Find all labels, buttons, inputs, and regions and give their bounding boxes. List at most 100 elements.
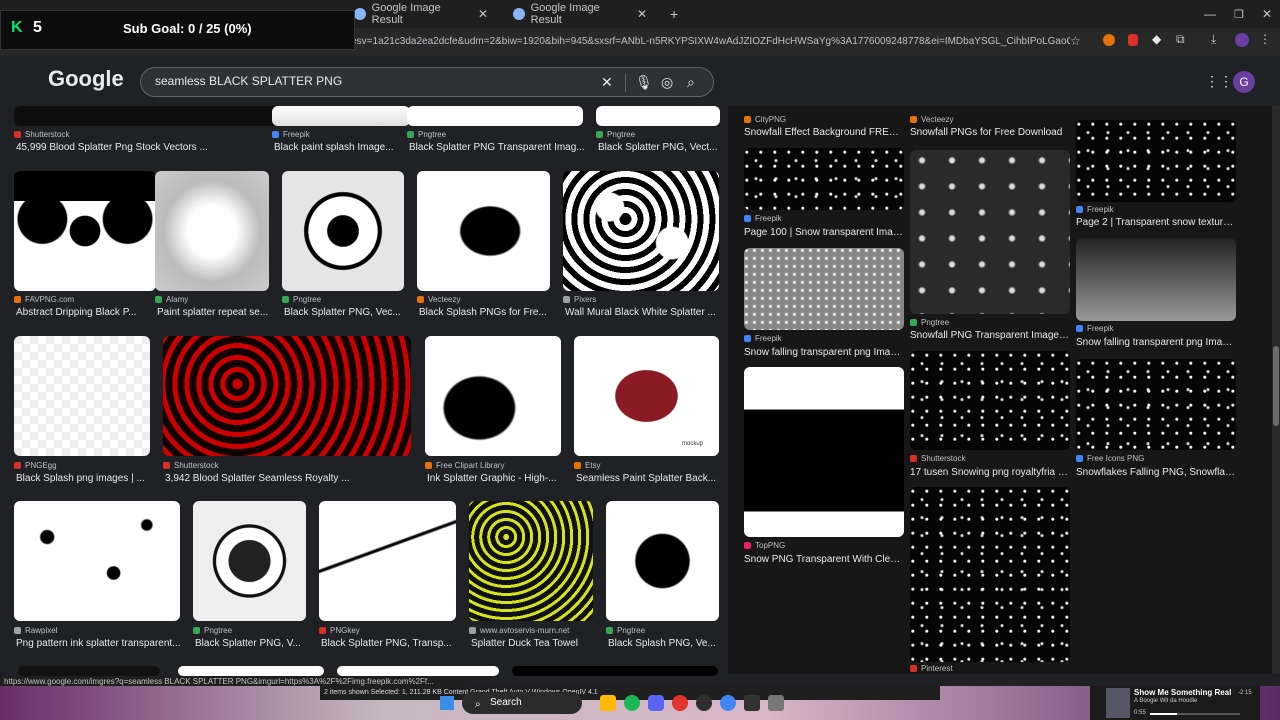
result-title[interactable]: 3,942 Blood Splatter Seamless Royalty ..… — [165, 473, 421, 484]
result-title[interactable]: Snow PNG Transparent With Clear... — [744, 554, 904, 565]
result-title[interactable]: Seamless Paint Splatter Back... — [576, 473, 729, 484]
result-thumbnail[interactable] — [14, 171, 156, 291]
result-title[interactable]: Paint splatter repeat se... — [157, 307, 279, 318]
result-title[interactable]: Abstract Dripping Black P... — [16, 307, 166, 318]
result-thumbnail[interactable] — [512, 666, 718, 676]
result-title[interactable]: Black Splatter PNG, Vec... — [284, 307, 414, 318]
progress-bar[interactable] — [1150, 713, 1240, 715]
google-logo[interactable]: Google — [48, 66, 124, 92]
result-title[interactable]: Ink Splatter Graphic - High-... — [427, 473, 571, 484]
result-thumbnail[interactable] — [319, 501, 456, 621]
minimize-icon[interactable]: — — [1196, 3, 1224, 25]
result-thumbnail[interactable] — [163, 336, 411, 456]
result-title[interactable]: Black Splatter PNG, Vect... — [598, 142, 730, 153]
result-thumbnail[interactable] — [14, 336, 150, 456]
result-title[interactable]: Snow falling transparent png Images - Fr… — [744, 347, 904, 358]
windows-start-icon[interactable] — [440, 696, 454, 710]
result-thumbnail[interactable] — [282, 171, 404, 291]
account-avatar[interactable]: G — [1233, 71, 1255, 93]
result-title[interactable]: Snowfall PNG Transparent Images Free... — [910, 330, 1070, 341]
result-title[interactable]: Black Splatter PNG, Transp... — [321, 638, 466, 649]
result-title[interactable]: Wall Mural Black White Splatter ... — [565, 307, 729, 318]
spotify-icon[interactable] — [624, 695, 640, 711]
lens-camera-icon[interactable]: ◎ — [661, 74, 673, 91]
url-field[interactable]: a_esv=1a21c3da2ea2dcfe&udm=2&biw=1920&bi… — [340, 33, 1070, 51]
discord-icon[interactable] — [648, 695, 664, 711]
download-icon[interactable]: ⤓ — [1211, 32, 1216, 47]
result-thumbnail[interactable] — [425, 336, 561, 456]
result-thumbnail[interactable] — [14, 106, 278, 126]
result-thumbnail[interactable] — [1076, 120, 1236, 202]
result-title[interactable]: 45,999 Blood Splatter Png Stock Vectors … — [16, 142, 288, 153]
result-thumbnail[interactable] — [744, 367, 904, 537]
close-window-icon[interactable]: ✕ — [1254, 3, 1280, 25]
extensions-puzzle-icon[interactable]: ⧉ — [1176, 32, 1185, 47]
microphone-icon[interactable]: 🎙 — [635, 74, 653, 91]
tab-google-image-result-1[interactable]: Google Image Result ✕ — [346, 2, 496, 26]
app-icon[interactable] — [672, 695, 688, 711]
result-thumbnail[interactable] — [417, 171, 550, 291]
scrollbar[interactable] — [1272, 106, 1280, 674]
chrome-icon[interactable] — [720, 695, 736, 711]
result-thumbnail[interactable] — [744, 148, 904, 210]
tab-google-image-result-2[interactable]: Google Image Result ✕ — [505, 2, 655, 26]
search-input[interactable]: seamless BLACK SPLATTER PNG — [155, 74, 342, 88]
media-player-widget[interactable]: Show Me Something Real A Boogie Wit da H… — [1090, 686, 1260, 720]
result-source: Shutterstock — [163, 461, 218, 470]
result-thumbnail[interactable] — [193, 501, 306, 621]
clear-search-icon[interactable]: ✕ — [601, 74, 613, 91]
site-favicon-icon — [596, 131, 603, 138]
result-title[interactable]: Snow falling transparent png Images - Fr… — [1076, 337, 1236, 348]
result-thumbnail[interactable] — [606, 501, 719, 621]
result-thumbnail[interactable] — [1076, 238, 1236, 321]
result-thumbnail[interactable] — [407, 106, 583, 126]
result-title[interactable]: Black paint splash Image... — [274, 142, 420, 153]
result-thumbnail[interactable] — [337, 666, 499, 676]
result-thumbnail[interactable] — [178, 666, 324, 676]
result-title[interactable]: Black Splash PNG, Ve... — [608, 638, 729, 649]
new-tab-button[interactable]: + — [662, 3, 686, 25]
close-tab-icon[interactable]: ✕ — [637, 7, 647, 21]
scrollbar-thumb[interactable] — [1273, 346, 1279, 426]
extension-icon[interactable] — [1103, 34, 1115, 46]
result-title[interactable]: Black Splatter PNG, V... — [195, 638, 316, 649]
result-thumbnail[interactable] — [910, 487, 1070, 662]
profile-avatar-icon[interactable] — [1235, 33, 1249, 47]
result-thumbnail[interactable] — [272, 106, 410, 126]
extension-icon[interactable]: ◆ — [1152, 32, 1161, 46]
result-title[interactable]: Black Splatter PNG Transparent Imag... — [409, 142, 593, 153]
bookmark-star-icon[interactable]: ☆ — [1070, 34, 1081, 48]
result-thumbnail[interactable] — [563, 171, 719, 291]
result-title[interactable]: Snowflakes Falling PNG, Snowflakes... — [1076, 467, 1236, 478]
close-tab-icon[interactable]: ✕ — [478, 7, 488, 21]
result-thumbnail[interactable] — [910, 351, 1070, 450]
app-icon[interactable] — [744, 695, 760, 711]
result-title[interactable]: Page 100 | Snow transparent Images - ... — [744, 227, 904, 238]
app-icon[interactable] — [696, 695, 712, 711]
search-box[interactable]: seamless BLACK SPLATTER PNG ✕ 🎙 ◎ ⌕ — [140, 67, 714, 97]
result-title[interactable]: Page 2 | Transparent snow texture Image.… — [1076, 217, 1236, 228]
result-title[interactable]: Black Splash png images | ... — [16, 473, 160, 484]
app-icon[interactable] — [768, 695, 784, 711]
google-apps-icon[interactable]: ⋮⋮ — [1205, 73, 1233, 90]
result-title[interactable]: Black Splash PNGs for Fre... — [419, 307, 560, 318]
extension-icon[interactable] — [1128, 34, 1138, 46]
search-icon[interactable]: ⌕ — [687, 74, 695, 91]
result-thumbnail[interactable] — [1076, 359, 1236, 450]
result-title[interactable]: 17 tusen Snowing png royaltyfria bilder,… — [910, 467, 1070, 478]
result-title[interactable]: Snowfall Effect Background FREE PNG | ..… — [744, 127, 904, 138]
result-title[interactable]: Png pattern ink splatter transparent... — [16, 638, 190, 649]
result-thumbnail[interactable] — [14, 501, 180, 621]
result-thumbnail[interactable] — [155, 171, 269, 291]
result-thumbnail[interactable] — [910, 150, 1070, 314]
result-title[interactable]: Splatter Duck Tea Towel — [471, 638, 603, 649]
result-thumbnail[interactable] — [469, 501, 593, 621]
maximize-icon[interactable]: ❐ — [1226, 3, 1252, 25]
result-title[interactable]: Snowfall PNGs for Free Download — [910, 127, 1070, 138]
result-thumbnail[interactable] — [744, 248, 904, 330]
menu-kebab-icon[interactable]: ⋮ — [1259, 32, 1271, 46]
result-thumbnail[interactable] — [18, 666, 160, 676]
result-thumbnail[interactable] — [574, 336, 719, 456]
result-thumbnail[interactable] — [596, 106, 720, 126]
file-explorer-icon[interactable] — [600, 695, 616, 711]
